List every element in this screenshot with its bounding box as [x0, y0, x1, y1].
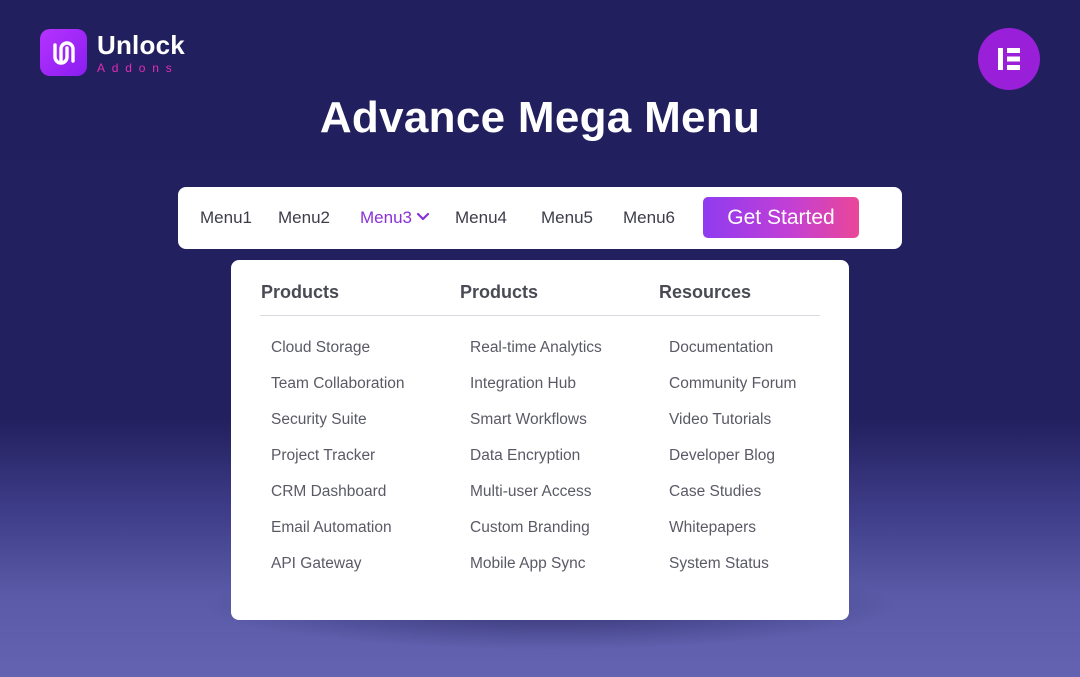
menu-link[interactable]: Developer Blog — [669, 444, 796, 480]
menu-link[interactable]: Video Tutorials — [669, 408, 796, 444]
nav-item-menu6[interactable]: Menu6 — [623, 187, 675, 249]
menu-column-2: Real-time Analytics Integration Hub Smar… — [470, 336, 602, 588]
menu-link[interactable]: Team Collaboration — [271, 372, 405, 408]
heading-divider — [260, 315, 820, 316]
mega-menu-dropdown: Products Products Resources Cloud Storag… — [231, 260, 849, 620]
chevron-down-icon — [416, 186, 430, 248]
menu-link[interactable]: Multi-user Access — [470, 480, 602, 516]
menu-link[interactable]: Mobile App Sync — [470, 552, 602, 588]
menu-column-3: Documentation Community Forum Video Tuto… — [669, 336, 796, 588]
nav-item-menu3-label: Menu3 — [360, 208, 412, 227]
column-heading-products-1: Products — [261, 282, 340, 302]
elementor-icon — [978, 28, 1040, 90]
brand-logo[interactable]: Unlock Addons — [40, 29, 185, 76]
nav-item-menu2[interactable]: Menu2 — [278, 187, 330, 249]
brand-name: Unlock — [97, 29, 185, 60]
menu-link[interactable]: Cloud Storage — [271, 336, 405, 372]
menu-link[interactable]: Project Tracker — [271, 444, 405, 480]
menu-link[interactable]: Data Encryption — [470, 444, 602, 480]
nav-item-menu5[interactable]: Menu5 — [541, 187, 593, 249]
page-title: Advance Mega Menu — [319, 93, 761, 142]
menu-link[interactable]: Real-time Analytics — [470, 336, 602, 372]
menu-link[interactable]: Whitepapers — [669, 516, 796, 552]
menu-link[interactable]: Case Studies — [669, 480, 796, 516]
menu-link[interactable]: System Status — [669, 552, 796, 588]
menu-link[interactable]: API Gateway — [271, 552, 405, 588]
unlock-addons-logo-icon — [40, 29, 87, 76]
navbar: Menu1 Menu2 Menu3 Menu4 Menu5 Menu6 Get … — [178, 187, 902, 249]
menu-link[interactable]: CRM Dashboard — [271, 480, 405, 516]
column-heading-products-2: Products — [460, 282, 539, 302]
menu-link[interactable]: Integration Hub — [470, 372, 602, 408]
get-started-button[interactable]: Get Started — [703, 197, 859, 238]
column-heading-resources: Resources — [659, 282, 752, 302]
menu-column-1: Cloud Storage Team Collaboration Securit… — [271, 336, 405, 588]
menu-link[interactable]: Community Forum — [669, 372, 796, 408]
menu-link[interactable]: Smart Workflows — [470, 408, 602, 444]
nav-item-menu3[interactable]: Menu3 — [360, 187, 430, 249]
menu-link[interactable]: Documentation — [669, 336, 796, 372]
menu-link[interactable]: Security Suite — [271, 408, 405, 444]
menu-link[interactable]: Custom Branding — [470, 516, 602, 552]
nav-item-menu4[interactable]: Menu4 — [455, 187, 507, 249]
nav-item-menu1[interactable]: Menu1 — [200, 187, 252, 249]
menu-link[interactable]: Email Automation — [271, 516, 405, 552]
brand-subtitle: Addons — [97, 60, 179, 75]
